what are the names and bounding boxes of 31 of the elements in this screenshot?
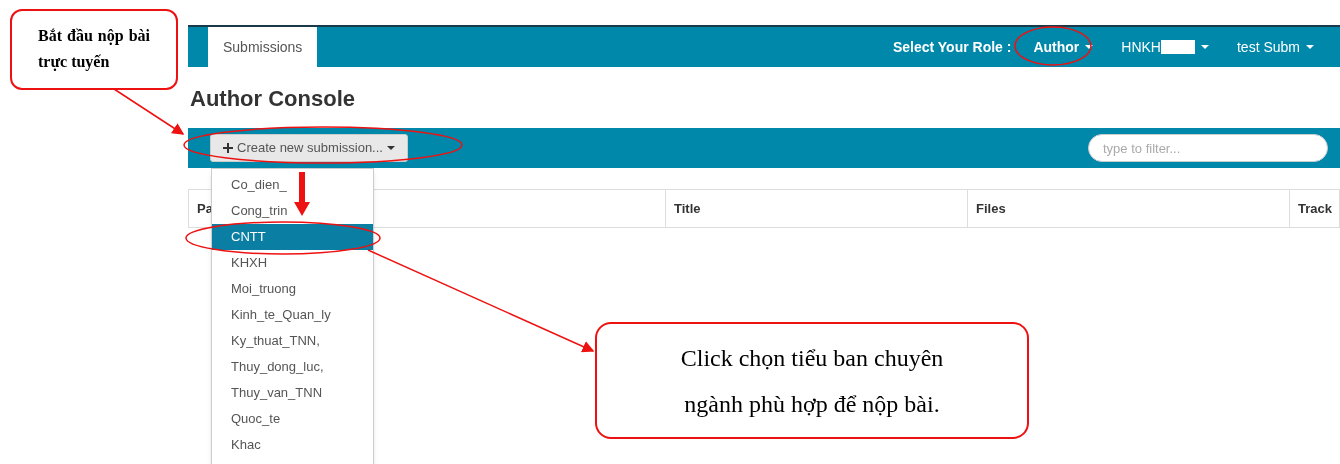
column-header: Track [1289,190,1340,227]
dropdown-item[interactable]: Khac [212,432,373,458]
caret-icon [386,146,395,150]
dropdown-item[interactable]: Quoc_te [212,406,373,432]
nav-menu[interactable]: Author [1033,36,1094,58]
nav-menu[interactable]: test Subm [1236,36,1314,58]
caret-icon [1200,45,1209,49]
dropdown-item[interactable]: Thuy_van_TNN [212,380,373,406]
page-title: Author Console [190,86,356,112]
callout-box: Click chọn tiểu ban chuyên ngành phù hợp để nộp bài. [595,322,1029,439]
filter-field[interactable]: type to filter... [1088,134,1328,162]
dropdown-item[interactable]: Co_dien_ [212,172,373,198]
column-header: Title [665,190,967,227]
caret-icon [1306,45,1314,49]
annotation-arrow [294,172,310,216]
dropdown-item[interactable]: Moi_truong [212,276,373,302]
dropdown-item[interactable]: Kinh_te_Quan_ly [212,302,373,328]
role-label: Select Your Role : [892,37,1012,57]
nav-menu[interactable]: HNKH [1121,36,1209,58]
caret-icon [1085,45,1094,49]
plus-icon [223,143,233,153]
column-header: Files [967,190,1289,227]
callout-box: Bắt đầu nộp bài trực tuyến [10,9,178,90]
dropdown-item[interactable]: Ky_thuat_TNN, [212,328,373,354]
annotation-arrow [113,88,185,135]
dropdown-item[interactable]: KHXH [212,250,373,276]
dropdown-item[interactable]: Thuy_dong_luc, [212,354,373,380]
dropdown-item[interactable]: CNTT [212,224,373,250]
dropdown-item[interactable]: Cong_trin [212,198,373,224]
create-submission-button[interactable]: Create new submission... [210,134,408,162]
nav-tab[interactable]: Submissions [208,27,318,67]
